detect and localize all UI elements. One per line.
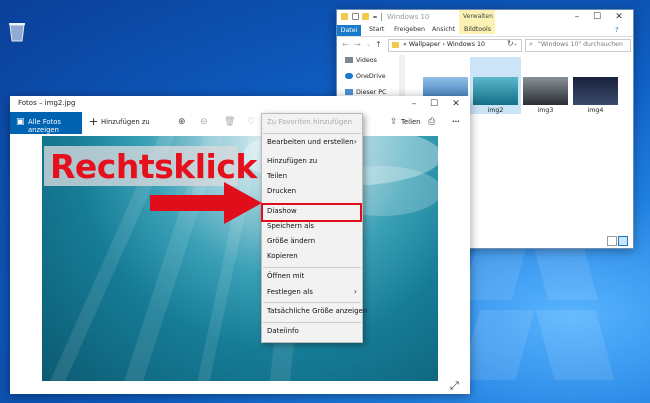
rechtsklick-label: Rechtsklick — [44, 146, 257, 186]
folder-icon — [392, 42, 399, 48]
photos-title-bar: Fotos – img2.jpg – ☐ ✕ — [10, 96, 470, 112]
favorite-icon[interactable]: ♡ — [247, 117, 255, 127]
up-arrow-icon[interactable]: ↑ — [375, 40, 382, 49]
new-folder-icon[interactable] — [362, 13, 369, 20]
plus-icon[interactable]: + — [89, 115, 98, 128]
sidebar-item-videos[interactable]: Videos — [345, 57, 377, 67]
menu-item-dateiinfo[interactable]: Dateiinfo — [267, 327, 299, 335]
recent-dropdown-icon[interactable]: ⌄ — [366, 41, 371, 48]
menu-item-zu-favoriten-hinzufügen[interactable]: Zu Favoriten hinzufügen — [267, 118, 352, 126]
file-thumbnail[interactable] — [473, 77, 518, 105]
chevron-down-icon[interactable]: ⌄ — [513, 40, 518, 47]
diashow-highlight-box — [261, 203, 362, 222]
share-icon[interactable]: ⇪ — [390, 117, 398, 127]
close-button[interactable]: ✕ — [609, 11, 629, 23]
address-bar[interactable]: « Wallpaper › Windows 10 ⌄ — [388, 39, 522, 52]
expand-icon[interactable]: ⤢ — [450, 379, 459, 393]
file-name-label: img2 — [487, 107, 504, 114]
refresh-icon[interactable]: ↻ — [507, 39, 514, 48]
menu-item-kopieren[interactable]: Kopieren — [267, 252, 298, 260]
sidebar-item-label: OneDrive — [356, 73, 386, 80]
file-name-label: img3 — [537, 107, 554, 114]
tab-ansicht[interactable]: Ansicht — [432, 26, 455, 33]
desktop-light-beam — [461, 240, 529, 300]
menu-item-teilen[interactable]: Teilen — [267, 172, 287, 180]
all-photos-label: Alle Fotos anzeigen — [28, 118, 61, 134]
tab-bildtools[interactable]: Bildtools — [464, 26, 491, 33]
all-photos-button[interactable]: ▣ Alle Fotos anzeigen — [10, 112, 82, 134]
forward-arrow-icon[interactable]: → — [354, 40, 361, 49]
tab-start[interactable]: Start — [369, 26, 384, 33]
overlay-text: Rechtsklick — [50, 147, 257, 186]
zoom-in-icon[interactable]: ⊕ — [178, 117, 186, 127]
cloud-icon — [345, 73, 353, 79]
folder-icon[interactable] — [341, 13, 348, 20]
share-button[interactable]: Teilen — [401, 118, 420, 126]
search-input[interactable]: ⌕ "Windows 10" durchsuchen — [525, 39, 631, 52]
computer-icon — [345, 89, 353, 95]
print-icon[interactable]: ⎙ — [428, 117, 435, 127]
menu-item-tatsächliche-größe-anzeigen[interactable]: Tatsächliche Größe anzeigen — [267, 307, 367, 315]
address-path: « Wallpaper › Windows 10 — [403, 41, 485, 48]
file-name-label: img4 — [587, 107, 604, 114]
chevron-right-icon: › — [353, 287, 357, 296]
file-thumbnail[interactable] — [523, 77, 568, 105]
desktop-light-beam — [531, 240, 599, 300]
sidebar-item-label: Videos — [356, 57, 377, 64]
menu-item-speichern-als[interactable]: Speichern als — [267, 222, 314, 230]
menu-item-hinzufügen-zu[interactable]: Hinzufügen zu — [267, 157, 317, 165]
close-button[interactable]: ✕ — [446, 98, 466, 110]
address-bar-row: ← → ⌄ ↑ « Wallpaper › Windows 10 ⌄ ↻ ⌕ "… — [337, 37, 633, 53]
sidebar-item-onedrive[interactable]: OneDrive — [345, 73, 386, 83]
desktop-light-beam — [460, 310, 535, 380]
search-placeholder: "Windows 10" durchsuchen — [538, 41, 623, 48]
large-icons-view-icon[interactable] — [618, 236, 628, 246]
details-view-icon[interactable] — [607, 236, 617, 246]
menu-item-öffnen-mit[interactable]: Öffnen mit — [267, 272, 304, 280]
explorer-title: Windows 10 — [387, 13, 430, 21]
sidebar-item-label: Dieser PC — [356, 89, 387, 96]
minimize-button[interactable]: – — [404, 98, 424, 110]
menu-item-bearbeiten-und-erstellen[interactable]: Bearbeiten und erstellen — [267, 138, 354, 146]
delete-icon[interactable]: 🗑 — [224, 117, 235, 127]
menu-separator — [263, 133, 361, 134]
search-icon: ⌕ — [529, 40, 533, 48]
manage-tab-label: Verwalten — [463, 13, 493, 20]
menu-separator — [263, 322, 361, 323]
explorer-title-bar: Windows 10 Verwalten – ☐ ✕ — [337, 10, 633, 34]
ribbon-tabs: Datei Start Freigeben Ansicht Bildtools … — [337, 25, 633, 37]
context-menu: Zu Favoriten hinzufügen Bearbeiten und er… — [261, 113, 367, 343]
add-to-button[interactable]: Hinzufügen zu — [101, 118, 150, 126]
tab-freigeben[interactable]: Freigeben — [394, 26, 425, 33]
file-thumbnail[interactable] — [573, 77, 618, 105]
menu-separator — [263, 267, 361, 268]
minimize-button[interactable]: – — [567, 11, 587, 23]
menu-item-drucken[interactable]: Drucken — [267, 187, 296, 195]
help-icon[interactable]: ? — [615, 26, 619, 34]
red-arrow-icon — [150, 182, 262, 224]
maximize-button[interactable]: ☐ — [587, 11, 607, 23]
photos-icon: ▣ — [16, 117, 25, 127]
video-icon — [345, 57, 353, 63]
maximize-button[interactable]: ☐ — [424, 98, 444, 110]
photos-window: Fotos – img2.jpg – ☐ ✕ ▣ Alle Fotos anze… — [10, 96, 470, 394]
menu-item-festlegen-als[interactable]: Festlegen als — [267, 288, 313, 296]
photos-toolbar: ▣ Alle Fotos anzeigen + Hinzufügen zu ⊕ … — [10, 112, 470, 134]
properties-icon[interactable] — [352, 13, 359, 20]
tab-datei[interactable]: Datei — [337, 25, 361, 36]
back-arrow-icon[interactable]: ← — [342, 40, 349, 49]
photos-title: Fotos – img2.jpg — [18, 99, 76, 107]
desktop-light-beam — [535, 310, 615, 380]
menu-item-größe-ändern[interactable]: Größe ändern — [267, 237, 315, 245]
chevron-right-icon: › — [353, 137, 357, 146]
title-separator — [381, 13, 382, 21]
zoom-out-icon[interactable]: ⊖ — [200, 117, 208, 127]
more-options-button[interactable]: ··· — [452, 118, 460, 126]
recycle-bin-icon[interactable] — [8, 20, 26, 42]
quick-access-dropdown-icon[interactable] — [373, 16, 377, 18]
menu-separator — [263, 302, 361, 303]
